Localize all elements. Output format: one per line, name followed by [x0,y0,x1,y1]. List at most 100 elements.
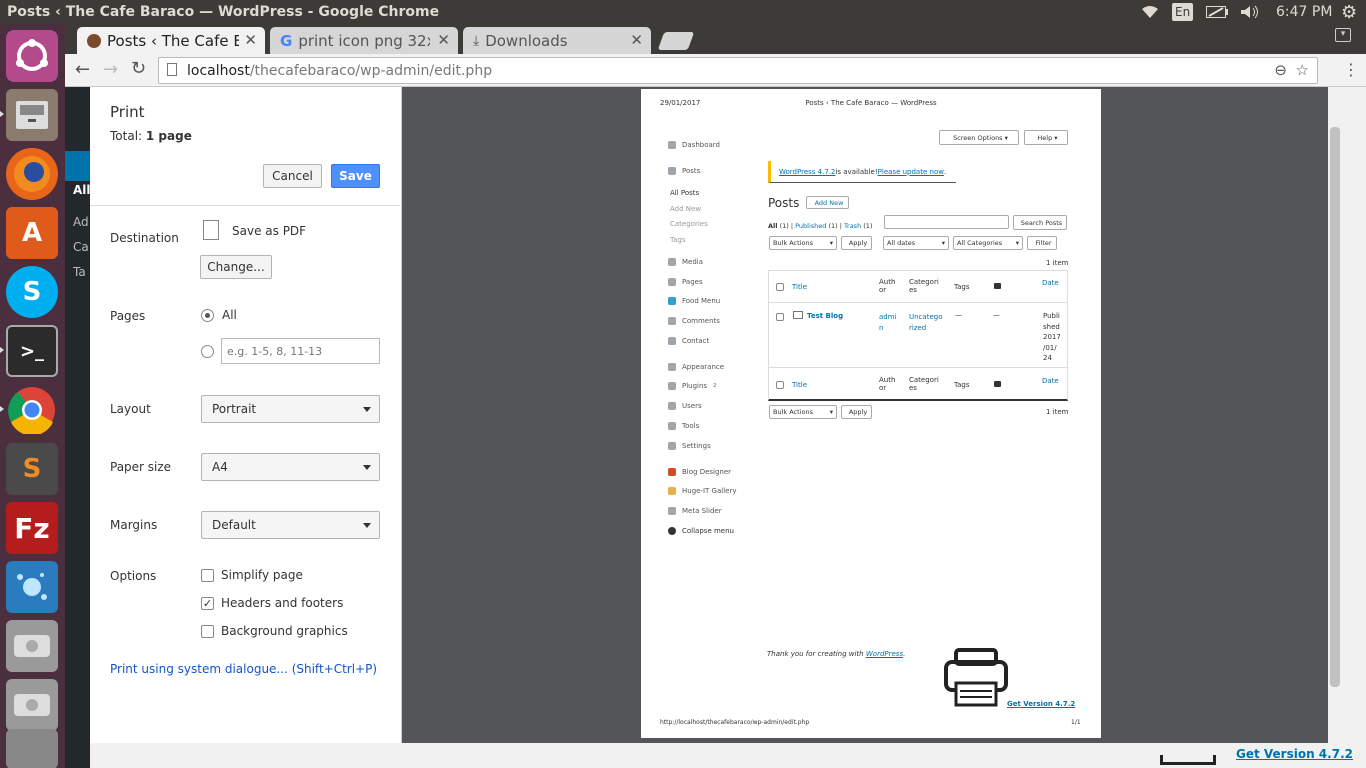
all-categories-select[interactable]: All Categories ▾ [953,236,1023,250]
wifi-icon[interactable] [1141,0,1159,24]
pages-range-input[interactable] [221,338,380,364]
menu-all-posts[interactable]: All Posts [670,189,699,197]
collapse-icon [668,527,676,535]
bulk-actions-select-bottom[interactable]: Bulk Actions ▾ [769,405,837,419]
search-posts-button[interactable]: Search Posts [1013,215,1067,230]
help-button[interactable]: Help ▾ [1024,130,1068,145]
gear-icon[interactable]: ⚙ [1341,0,1357,24]
col-title[interactable]: Title [792,283,807,291]
bookmark-star-icon[interactable]: ☆ [1296,61,1309,79]
pages-custom-radio[interactable] [201,345,214,358]
menu-appearance[interactable]: Appearance [668,363,724,371]
back-icon[interactable]: ← [75,59,90,80]
drive-icon-2[interactable] [6,679,58,731]
menu-food-menu[interactable]: Food Menu [668,297,720,305]
close-icon[interactable]: ✕ [437,31,450,49]
close-icon[interactable]: ✕ [630,31,643,49]
all-dates-select[interactable]: All dates ▾ [883,236,949,250]
tab-posts[interactable]: Posts ‹ The Cafe Baraco — WordPress ✕ [77,27,265,54]
pages-all-radio[interactable] [201,309,214,322]
menu-plugins[interactable]: Plugins 2 [668,382,716,390]
screen-options-button[interactable]: Screen Options ▾ [939,130,1019,145]
search-posts-input[interactable] [884,215,1009,229]
software-center-icon[interactable]: A [6,207,58,259]
apply-button-bottom[interactable]: Apply [841,405,872,419]
system-dialog-link[interactable]: Print using system dialogue... (Shift+Ct… [110,662,377,676]
terminal-icon[interactable]: >_ [6,325,58,377]
menu-add-new[interactable]: Add New [670,205,701,213]
bulk-actions-select[interactable]: Bulk Actions ▾ [769,236,837,250]
filezilla-icon[interactable]: Fz [6,502,58,554]
chrome-icon[interactable] [6,384,58,436]
wrench-icon [668,422,676,430]
reload-icon[interactable]: ↻ [131,58,146,79]
row-tags: — [955,311,962,319]
pin-icon [668,167,676,175]
apply-button[interactable]: Apply [841,236,872,250]
row-category[interactable]: Uncatego rized [909,312,945,334]
menu-media[interactable]: Media [668,258,703,266]
change-destination-button[interactable]: Change... [200,255,272,279]
select-all-checkbox[interactable] [776,283,784,291]
menu-huge-it-gallery[interactable]: Huge-IT Gallery [668,487,736,495]
paper-size-select[interactable]: A4 [201,453,380,481]
address-bar[interactable]: localhost /thecafebaraco/wp-admin/edit.p… [158,57,1318,84]
battery-icon[interactable] [1206,0,1228,24]
menu-meta-slider[interactable]: Meta Slider [668,507,722,515]
get-version-link[interactable]: Get Version 4.7.2 [1007,700,1075,708]
zoom-icon[interactable]: ⊖ [1274,61,1287,79]
volume-icon[interactable] [1240,0,1260,24]
col-date[interactable]: Date [1042,279,1059,287]
menu-categories[interactable]: Categories [670,220,708,228]
close-icon[interactable]: ✕ [244,31,257,49]
headers-footers-checkbox[interactable]: ✓ [201,597,214,610]
menu-settings[interactable]: Settings [668,442,711,450]
forward-icon[interactable]: → [103,59,118,80]
menu-tags[interactable]: Tags [670,236,686,244]
tab-google-search[interactable]: G print icon png 32x32 - Google Search ✕ [270,27,458,54]
splash-app-icon[interactable] [6,561,58,613]
add-new-button[interactable]: Add New [806,196,849,209]
coffee-favicon [87,33,101,48]
trash-icon[interactable] [6,729,58,768]
menu-contact[interactable]: Contact [668,337,709,345]
items-count-top: 1 item [1046,259,1069,267]
sublime-text-icon[interactable]: S [6,443,58,495]
scrollbar-thumb[interactable] [1330,127,1340,687]
skype-icon[interactable]: S [6,266,58,318]
filter-button[interactable]: Filter [1027,236,1057,250]
background-graphics-checkbox[interactable] [201,625,214,638]
menu-collapse[interactable]: Collapse menu [668,527,734,535]
menu-users[interactable]: Users [668,402,702,410]
menu-comments[interactable]: Comments [668,317,720,325]
tab-downloads[interactable]: ⤓ Downloads ✕ [463,27,651,54]
layout-select[interactable]: Portrait [201,395,380,423]
url-host: localhost [187,62,250,79]
new-tab-button[interactable] [657,32,695,50]
menu-tools[interactable]: Tools [668,422,699,430]
get-version-link-bg[interactable]: Get Version 4.7.2 [1236,747,1353,761]
simplify-page-checkbox[interactable] [201,569,214,582]
save-button[interactable]: Save [331,164,380,188]
row-checkbox[interactable] [776,313,784,321]
menu-posts[interactable]: Posts [668,167,700,175]
row-author[interactable]: admi n [879,312,899,334]
keyboard-indicator[interactable]: En [1172,3,1194,21]
pages-icon [668,278,676,286]
select-all-checkbox-bottom[interactable] [776,381,784,389]
total-pages: Total: 1 page [110,129,192,143]
menu-blog-designer[interactable]: Blog Designer [668,468,731,476]
drive-icon[interactable] [6,620,58,672]
margins-select[interactable]: Default [201,511,380,539]
minimize-icon[interactable]: ▾ [1335,28,1351,42]
printer-icon-bg [1160,755,1216,765]
ubuntu-dash-icon[interactable] [6,30,58,82]
cancel-button[interactable]: Cancel [263,164,322,188]
clock[interactable]: 6:47 PM [1276,0,1332,24]
menu-icon[interactable]: ⋮ [1343,60,1359,79]
row-title[interactable]: Test Blog [807,312,843,320]
menu-pages[interactable]: Pages [668,278,703,286]
firefox-icon[interactable] [6,148,58,200]
files-icon[interactable] [6,89,58,141]
menu-dashboard[interactable]: Dashboard [668,141,720,149]
